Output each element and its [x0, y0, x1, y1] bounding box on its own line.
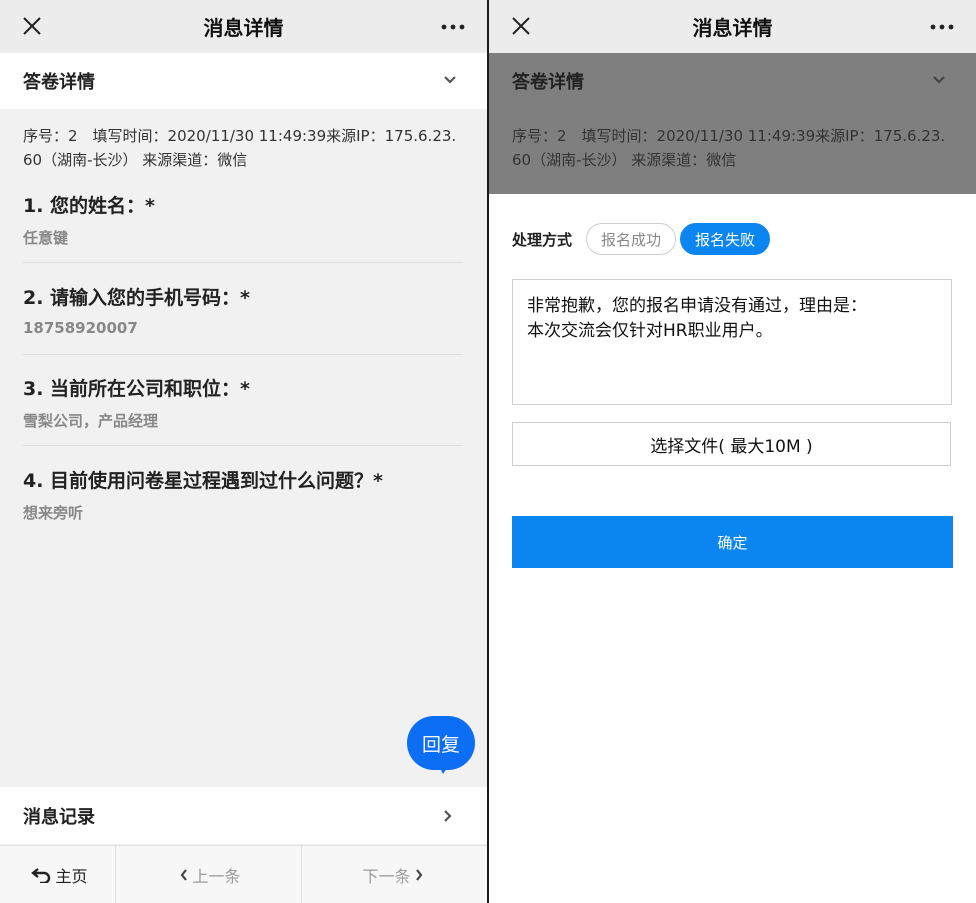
message-record-row[interactable]: 消息记录	[0, 787, 487, 844]
divider	[23, 445, 463, 446]
handle-options: 处理方式 报名成功 报名失败	[512, 223, 774, 255]
question-answer: 想来旁听	[23, 504, 84, 522]
message-record-label: 消息记录	[23, 806, 95, 828]
question-title: 2. 请输入您的手机号码：*	[23, 287, 250, 309]
page-title: 消息详情	[203, 16, 284, 40]
response-meta: 序号：2 填写时间：2020/11/30 11:49:39来源IP：175.6.…	[512, 127, 946, 169]
confirm-button[interactable]: 确定	[512, 516, 953, 568]
response-meta: 序号：2 填写时间：2020/11/30 11:49:39来源IP：175.6.…	[23, 127, 457, 169]
prev-label: 上一条	[192, 867, 241, 886]
question-title: 1. 您的姓名：*	[23, 195, 155, 217]
question-answer: 任意键	[23, 229, 69, 247]
choose-file-button[interactable]: 选择文件( 最大10M )	[512, 422, 951, 466]
prev-button[interactable]: 上一条	[116, 846, 302, 903]
question-item: 1. 您的姓名：* 任意键	[23, 193, 463, 248]
question-item: 4. 目前使用问卷星过程遇到过什么问题？* 想来旁听	[23, 468, 463, 523]
reply-panel: 消息详情 答卷详情 序号：2 填写时间：2020/11/30 11:49:39来…	[489, 0, 976, 903]
reply-bubble-tail	[437, 762, 451, 774]
message-detail-panel: 消息详情 答卷详情 序号：2 填写时间：2020/11/30 11:49:39来…	[0, 0, 487, 903]
home-label: 主页	[55, 867, 88, 886]
chevron-down-icon[interactable]	[443, 75, 457, 85]
next-button[interactable]: 下一条	[302, 846, 487, 903]
nav-bar: 消息详情	[0, 0, 487, 53]
question-answer: 雪梨公司，产品经理	[23, 412, 159, 430]
question-title: 4. 目前使用问卷星过程遇到过什么问题？*	[23, 470, 383, 492]
more-icon[interactable]	[441, 24, 465, 30]
handle-label: 处理方式	[512, 230, 573, 249]
close-icon[interactable]	[22, 16, 42, 36]
chevron-right-icon	[444, 810, 452, 822]
next-label: 下一条	[362, 867, 411, 886]
option-success[interactable]: 报名成功	[586, 223, 677, 255]
nav-bar: 消息详情	[489, 0, 976, 53]
option-fail[interactable]: 报名失败	[680, 223, 771, 255]
question-answer: 18758920007	[23, 319, 138, 337]
section-title: 答卷详情	[23, 72, 95, 93]
close-icon[interactable]	[511, 16, 531, 36]
divider	[23, 262, 463, 263]
home-button[interactable]: 主页	[0, 846, 116, 903]
dimmed-overlay[interactable]: 答卷详情 序号：2 填写时间：2020/11/30 11:49:39来源IP：1…	[489, 53, 976, 194]
question-item: 2. 请输入您的手机号码：* 18758920007	[23, 285, 463, 337]
question-title: 3. 当前所在公司和职位：*	[23, 378, 250, 400]
page-title: 消息详情	[692, 16, 773, 40]
chevron-left-icon	[181, 869, 188, 881]
chevron-down-icon	[933, 76, 945, 84]
more-icon[interactable]	[930, 24, 954, 30]
bottom-nav: 主页 上一条 下一条	[0, 845, 487, 903]
section-title: 答卷详情	[512, 72, 584, 93]
answer-detail-header: 答卷详情	[489, 53, 976, 109]
question-item: 3. 当前所在公司和职位：* 雪梨公司，产品经理	[23, 376, 463, 431]
back-arrow-icon	[31, 868, 51, 883]
answer-detail-header[interactable]: 答卷详情	[0, 53, 487, 109]
reply-message-input[interactable]: 非常抱歉，您的报名申请没有通过，理由是： 本次交流会仅针对HR职业用户。	[512, 279, 952, 405]
chevron-right-icon	[415, 869, 422, 881]
divider	[23, 354, 463, 355]
